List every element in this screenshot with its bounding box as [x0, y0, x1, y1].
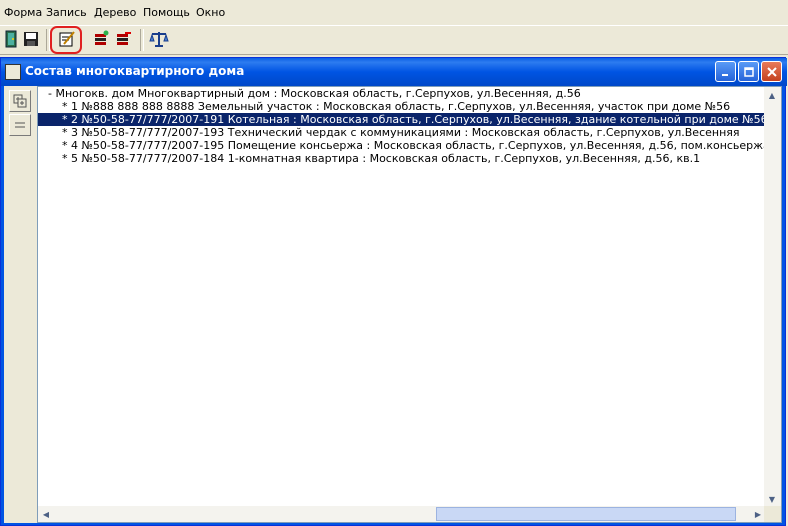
expand-all-button[interactable]: [9, 90, 31, 112]
save-disk-icon[interactable]: [20, 28, 42, 50]
tree-node-selected[interactable]: * 2 №50-58-77/777/2007-191 Котельная : М…: [38, 113, 768, 126]
toolbar: [0, 25, 788, 55]
minimize-button[interactable]: [715, 61, 736, 82]
menu-zapis[interactable]: Запись: [46, 6, 87, 19]
horizontal-scroll-thumb[interactable]: [436, 507, 736, 521]
tree-node[interactable]: * 4 №50-58-77/777/2007-195 Помещение кон…: [60, 139, 770, 152]
scroll-up-icon[interactable]: ▲: [764, 87, 780, 103]
scroll-down-icon[interactable]: ▼: [764, 491, 780, 507]
minimize-icon: [721, 73, 728, 76]
close-button[interactable]: [761, 61, 782, 82]
add-record-icon[interactable]: [90, 28, 112, 50]
collapse-all-icon: [15, 122, 25, 128]
tree-view[interactable]: - Многокв. дом Многоквартирный дом : Мос…: [37, 86, 782, 523]
window-client: - Многокв. дом Многоквартирный дом : Мос…: [4, 86, 782, 523]
expand-all-icon: [13, 94, 27, 108]
vertical-scrollbar[interactable]: ▲ ▼: [764, 87, 781, 507]
menu-forma[interactable]: Форма: [4, 6, 42, 19]
menu-okno[interactable]: Окно: [196, 6, 225, 19]
tree-node-root[interactable]: - Многокв. дом Многоквартирный дом : Мос…: [46, 87, 581, 100]
close-icon: [766, 66, 777, 77]
collapse-all-button[interactable]: [9, 114, 31, 136]
tree-node[interactable]: * 5 №50-58-77/777/2007-184 1-комнатная к…: [60, 152, 700, 165]
scroll-left-icon[interactable]: ◀: [38, 506, 54, 522]
window-title: Состав многоквартирного дома: [25, 64, 245, 78]
scales-icon[interactable]: [148, 28, 170, 50]
maximize-button[interactable]: [738, 61, 759, 82]
menu-derevo[interactable]: Дерево: [94, 6, 136, 19]
delete-record-icon[interactable]: [112, 28, 134, 50]
toolbar-separator: [140, 29, 144, 51]
window-app-icon: [5, 64, 21, 80]
menu-bar: Форма Запись Дерево Помощь Окно: [0, 0, 788, 24]
window-titlebar[interactable]: Состав многоквартирного дома: [1, 58, 787, 86]
exit-door-icon[interactable]: [0, 28, 22, 50]
scroll-corner: [764, 506, 781, 522]
tree-node[interactable]: * 3 №50-58-77/777/2007-193 Технический ч…: [60, 126, 740, 139]
child-window: Состав многоквартирного дома - Многокв. …: [0, 57, 787, 526]
menu-pomosch[interactable]: Помощь: [143, 6, 190, 19]
maximize-icon: [743, 66, 754, 77]
horizontal-scrollbar[interactable]: ◀ ▶: [38, 506, 766, 522]
tree-node[interactable]: * 1 №888 888 888 8888 Земельный участок …: [60, 100, 730, 113]
highlight-circle: [50, 26, 82, 54]
